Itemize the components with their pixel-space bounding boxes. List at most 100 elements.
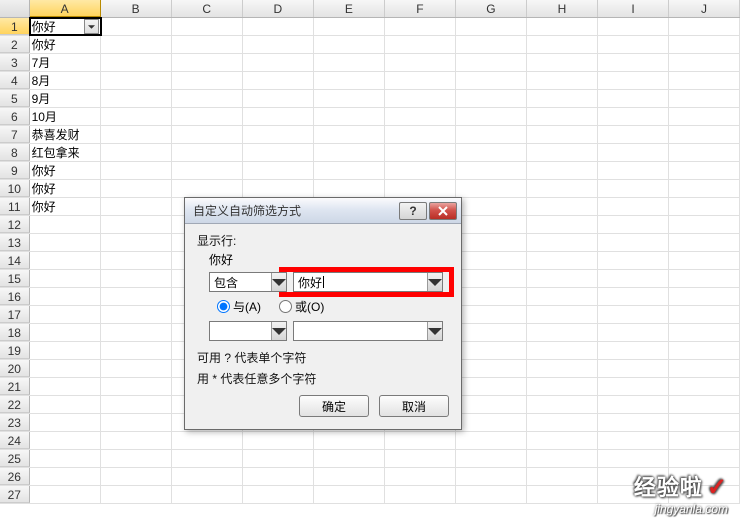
cell-H27[interactable] xyxy=(527,486,598,503)
cell-D26[interactable] xyxy=(243,468,314,485)
cell-D9[interactable] xyxy=(243,162,314,179)
cell-A24[interactable] xyxy=(30,432,101,449)
cell-G4[interactable] xyxy=(456,72,527,89)
cell-J20[interactable] xyxy=(669,360,740,377)
cell-I2[interactable] xyxy=(598,36,669,53)
or-radio[interactable] xyxy=(279,300,292,313)
cell-F26[interactable] xyxy=(385,468,456,485)
cell-B23[interactable] xyxy=(101,414,172,431)
row-header[interactable]: 12 xyxy=(0,216,30,233)
row-header[interactable]: 23 xyxy=(0,414,30,431)
cell-J1[interactable] xyxy=(669,18,740,35)
cell-I13[interactable] xyxy=(598,234,669,251)
cell-F25[interactable] xyxy=(385,450,456,467)
cell-A1[interactable]: 你好 xyxy=(30,18,101,35)
cell-D25[interactable] xyxy=(243,450,314,467)
row-header[interactable]: 18 xyxy=(0,324,30,341)
cell-C5[interactable] xyxy=(172,90,243,107)
cell-G3[interactable] xyxy=(456,54,527,71)
cell-F24[interactable] xyxy=(385,432,456,449)
cell-G15[interactable] xyxy=(456,270,527,287)
cell-B11[interactable] xyxy=(101,198,172,215)
cell-J7[interactable] xyxy=(669,126,740,143)
cell-H20[interactable] xyxy=(527,360,598,377)
cell-J13[interactable] xyxy=(669,234,740,251)
cell-D5[interactable] xyxy=(243,90,314,107)
cell-H6[interactable] xyxy=(527,108,598,125)
cell-B12[interactable] xyxy=(101,216,172,233)
cell-J8[interactable] xyxy=(669,144,740,161)
cell-H23[interactable] xyxy=(527,414,598,431)
cell-E3[interactable] xyxy=(314,54,385,71)
cell-G13[interactable] xyxy=(456,234,527,251)
cell-D6[interactable] xyxy=(243,108,314,125)
cell-I16[interactable] xyxy=(598,288,669,305)
cell-G2[interactable] xyxy=(456,36,527,53)
cell-G22[interactable] xyxy=(456,396,527,413)
col-header-E[interactable]: E xyxy=(314,0,385,17)
col-header-G[interactable]: G xyxy=(456,0,527,17)
cell-H17[interactable] xyxy=(527,306,598,323)
cell-I5[interactable] xyxy=(598,90,669,107)
col-header-F[interactable]: F xyxy=(385,0,456,17)
cell-H22[interactable] xyxy=(527,396,598,413)
cell-D1[interactable] xyxy=(243,18,314,35)
row-header[interactable]: 27 xyxy=(0,486,30,503)
cell-I1[interactable] xyxy=(598,18,669,35)
cell-I14[interactable] xyxy=(598,252,669,269)
row-header[interactable]: 16 xyxy=(0,288,30,305)
cell-E5[interactable] xyxy=(314,90,385,107)
cell-B20[interactable] xyxy=(101,360,172,377)
cell-G23[interactable] xyxy=(456,414,527,431)
cell-I19[interactable] xyxy=(598,342,669,359)
cell-A10[interactable]: 你好 xyxy=(30,180,101,197)
cell-J12[interactable] xyxy=(669,216,740,233)
cell-A9[interactable]: 你好 xyxy=(30,162,101,179)
cell-F4[interactable] xyxy=(385,72,456,89)
cell-I9[interactable] xyxy=(598,162,669,179)
row-header[interactable]: 14 xyxy=(0,252,30,269)
cell-H16[interactable] xyxy=(527,288,598,305)
row-header[interactable]: 15 xyxy=(0,270,30,287)
cell-B21[interactable] xyxy=(101,378,172,395)
cell-E27[interactable] xyxy=(314,486,385,503)
cell-B6[interactable] xyxy=(101,108,172,125)
cell-H7[interactable] xyxy=(527,126,598,143)
cell-B3[interactable] xyxy=(101,54,172,71)
cell-A16[interactable] xyxy=(30,288,101,305)
cell-A17[interactable] xyxy=(30,306,101,323)
cell-A8[interactable]: 红包拿来 xyxy=(30,144,101,161)
cell-A25[interactable] xyxy=(30,450,101,467)
cell-J26[interactable] xyxy=(669,468,740,485)
cell-G6[interactable] xyxy=(456,108,527,125)
cell-J18[interactable] xyxy=(669,324,740,341)
row-header[interactable]: 1 xyxy=(0,18,30,35)
cell-D7[interactable] xyxy=(243,126,314,143)
cell-J6[interactable] xyxy=(669,108,740,125)
cell-H24[interactable] xyxy=(527,432,598,449)
cell-A7[interactable]: 恭喜发财 xyxy=(30,126,101,143)
cell-J11[interactable] xyxy=(669,198,740,215)
cell-J14[interactable] xyxy=(669,252,740,269)
help-button[interactable]: ? xyxy=(399,202,427,220)
cell-E26[interactable] xyxy=(314,468,385,485)
cell-I8[interactable] xyxy=(598,144,669,161)
cell-G17[interactable] xyxy=(456,306,527,323)
select-all-corner[interactable] xyxy=(0,0,30,17)
cell-B15[interactable] xyxy=(101,270,172,287)
row-header[interactable]: 4 xyxy=(0,72,30,89)
cell-J25[interactable] xyxy=(669,450,740,467)
cell-I24[interactable] xyxy=(598,432,669,449)
cell-G27[interactable] xyxy=(456,486,527,503)
cell-G21[interactable] xyxy=(456,378,527,395)
cell-H9[interactable] xyxy=(527,162,598,179)
filter-dropdown-button[interactable] xyxy=(84,19,99,34)
cell-B26[interactable] xyxy=(101,468,172,485)
cell-F9[interactable] xyxy=(385,162,456,179)
dialog-titlebar[interactable]: 自定义自动筛选方式 ? xyxy=(185,198,461,224)
cell-H13[interactable] xyxy=(527,234,598,251)
cell-B2[interactable] xyxy=(101,36,172,53)
cell-G8[interactable] xyxy=(456,144,527,161)
cell-E8[interactable] xyxy=(314,144,385,161)
row-header[interactable]: 3 xyxy=(0,54,30,71)
